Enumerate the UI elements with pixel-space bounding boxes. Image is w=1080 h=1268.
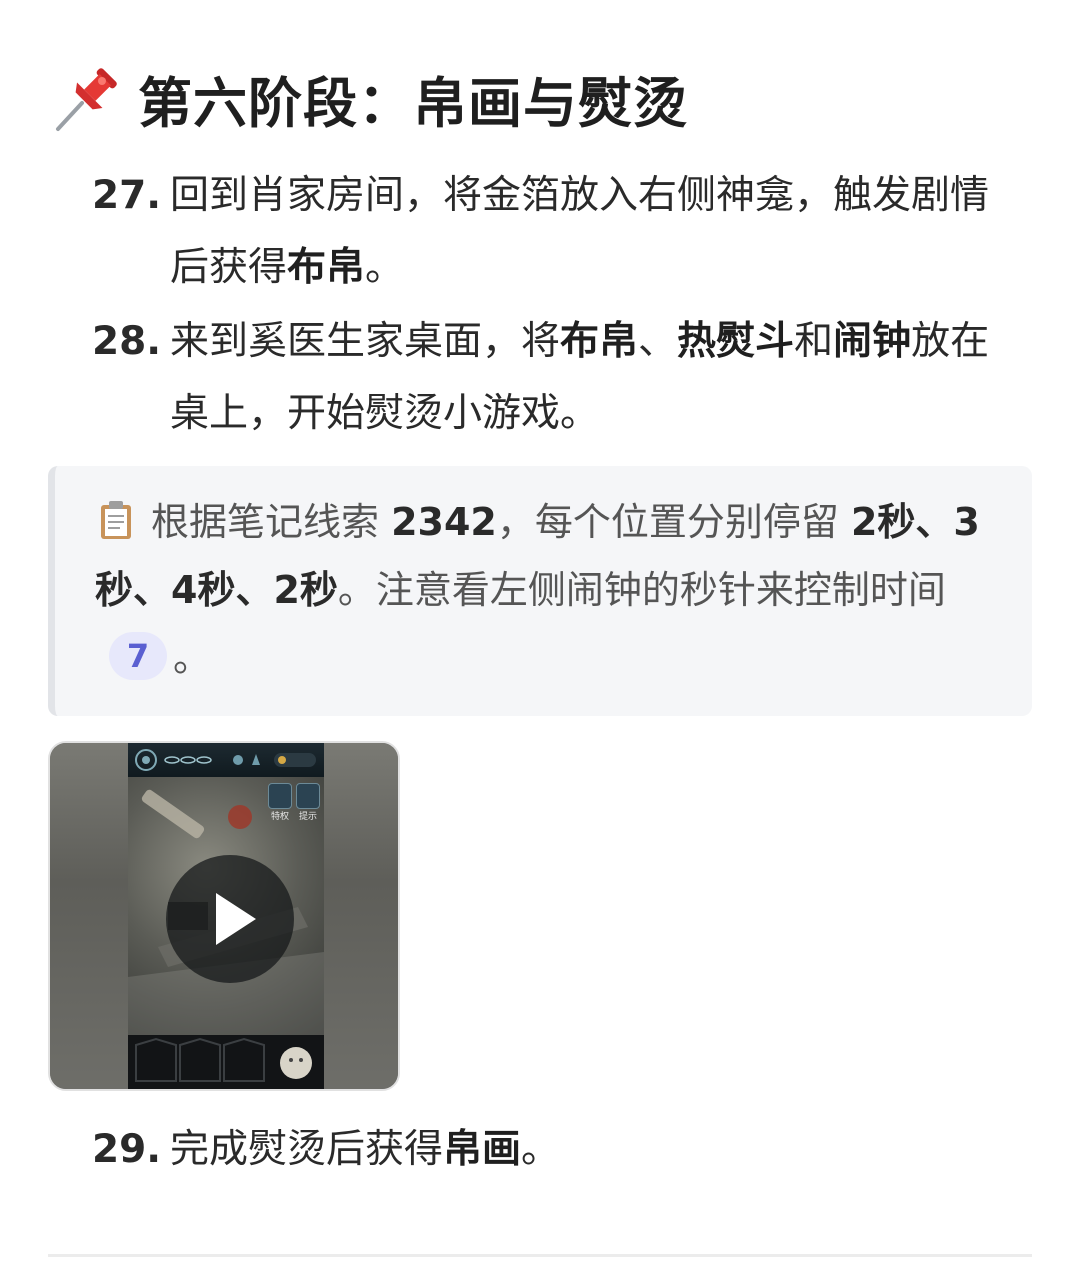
video-thumbnail[interactable]: 特权 提示	[48, 741, 400, 1091]
step-item: 28. 来到奚医生家桌面，将布帛、热熨斗和闹钟放在桌上，开始熨烫小游戏。	[92, 306, 1022, 450]
step-item-highlight: 闹钟	[833, 319, 912, 364]
game-hint-button: 提示	[296, 783, 320, 822]
note-text: ，每个位置分别停留	[496, 500, 851, 544]
step-text: 完成熨烫后获得帛画。	[170, 1114, 1022, 1186]
step-text-part: 。	[365, 245, 405, 290]
game-button-label: 特权	[270, 812, 289, 822]
step-number: 28.	[92, 319, 162, 364]
page: 第六阶段：帛画与熨烫 27. 回到肖家房间，将金箔放入右侧神龛，触发剧情后获得布…	[0, 0, 1080, 1268]
step-text-part: 和	[794, 319, 834, 364]
note-text: 。注意看左侧闹钟的秒针来控制时间	[337, 568, 946, 612]
note-text: 根据笔记线索	[151, 500, 392, 544]
game-inventory-bar	[128, 1035, 324, 1089]
step-item-highlight: 帛画	[443, 1127, 522, 1172]
pushpin-icon	[48, 59, 126, 137]
step-text-part: 完成熨烫后获得	[170, 1127, 444, 1172]
video-blur-edge	[50, 743, 130, 1089]
reference-badge[interactable]: 7	[109, 632, 167, 680]
bottom-divider	[48, 1254, 1032, 1257]
step-text: 回到肖家房间，将金箔放入右侧神龛，触发剧情后获得布帛。	[170, 160, 1022, 304]
section-title: 第六阶段：帛画与熨烫	[138, 71, 688, 135]
step-text-part: 、	[638, 319, 678, 364]
step-text-part: 。	[521, 1127, 561, 1172]
step-item-highlight: 热熨斗	[677, 319, 795, 364]
clipboard-icon	[95, 494, 137, 539]
step-item-highlight: 布帛	[560, 319, 639, 364]
step-item: 29. 完成熨烫后获得帛画。	[92, 1114, 1022, 1186]
video-blur-edge	[318, 743, 398, 1089]
game-button-label: 提示	[298, 812, 317, 822]
step-item: 27. 回到肖家房间，将金箔放入右侧神龛，触发剧情后获得布帛。	[92, 160, 1022, 304]
game-privilege-button: 特权	[268, 783, 292, 822]
game-topbar	[128, 743, 324, 777]
play-icon	[216, 893, 256, 945]
note-highlight: 2342	[391, 500, 497, 544]
section-heading: 第六阶段：帛画与熨烫	[48, 58, 688, 138]
step-item-highlight: 布帛	[287, 245, 366, 290]
play-button[interactable]	[166, 855, 294, 983]
tip-note: 根据笔记线索 2342，每个位置分别停留 2秒、3秒、4秒、2秒。注意看左侧闹钟…	[48, 466, 1032, 716]
step-number: 27.	[92, 173, 162, 218]
step-text-part: 来到奚医生家桌面，将	[170, 319, 561, 364]
note-text: 。	[173, 636, 212, 680]
step-text: 来到奚医生家桌面，将布帛、热熨斗和闹钟放在桌上，开始熨烫小游戏。	[170, 306, 1022, 450]
step-number: 29.	[92, 1127, 162, 1172]
